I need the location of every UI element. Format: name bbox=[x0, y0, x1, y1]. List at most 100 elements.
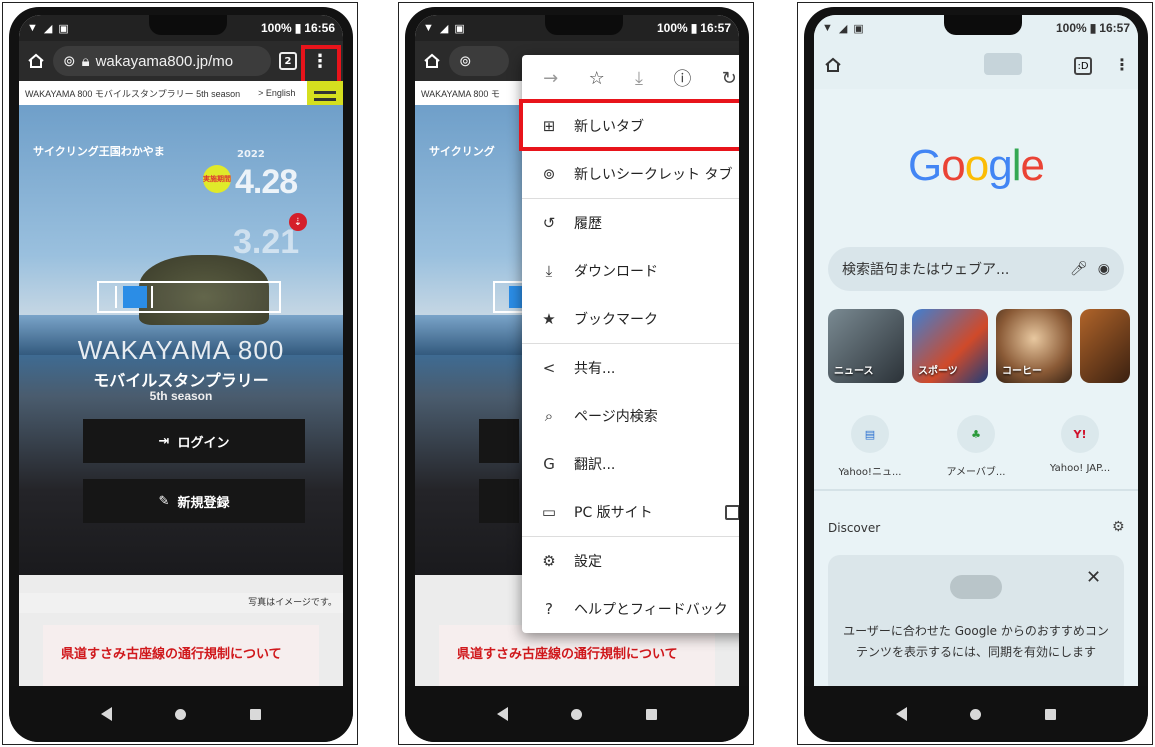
ameba-icon: ♣ bbox=[957, 415, 995, 453]
english-link[interactable]: > English bbox=[258, 88, 295, 98]
screenshot-panel-1: ▼ ◢ ▣ 100% ▮ 16:56 ⊚ 🔒︎ wakayama800.jp/m… bbox=[2, 2, 358, 745]
android-nav-bar bbox=[9, 686, 353, 742]
menu-item-label: 翻訳... bbox=[574, 457, 616, 473]
menu-item-downloads[interactable]: ⤓ ダウンロード bbox=[522, 247, 739, 295]
site-header-text: WAKAYAMA 800 モバイルスタンプラリー 5th season bbox=[25, 88, 241, 99]
login-label: ログイン bbox=[177, 435, 230, 451]
event-subtitle: モバイルスタンプラリー bbox=[93, 373, 269, 390]
menu-item-translate[interactable]: G 翻訳... bbox=[522, 440, 739, 488]
home-button-icon[interactable] bbox=[175, 708, 187, 720]
home-icon[interactable] bbox=[824, 56, 842, 74]
recents-icon[interactable] bbox=[250, 708, 262, 720]
download-icon[interactable]: ⤓ bbox=[635, 68, 643, 89]
tile-coffee[interactable]: コーヒー bbox=[996, 309, 1072, 383]
reload-icon[interactable]: ↻ bbox=[722, 68, 737, 89]
desktop-icon: ▭ bbox=[541, 503, 557, 521]
menu-item-label: 共有... bbox=[574, 361, 616, 377]
notice-banner[interactable]: 県道すさみ古座線の通行規制について bbox=[439, 625, 715, 687]
wifi-icon: ▼ bbox=[27, 22, 38, 34]
translate-icon: G bbox=[543, 455, 555, 473]
account-avatar[interactable] bbox=[984, 53, 1022, 75]
login-button[interactable]: ⇥ ログイン bbox=[83, 419, 305, 463]
incognito-icon: ⊚ bbox=[459, 53, 472, 70]
signal-icon: ◢ bbox=[838, 22, 848, 35]
event-season: 5th season bbox=[149, 389, 213, 403]
notice-banner[interactable]: 県道すさみ古座線の通行規制について bbox=[43, 625, 319, 687]
desktop-site-checkbox[interactable] bbox=[725, 504, 739, 520]
gear-icon[interactable]: ⚙ bbox=[1112, 519, 1125, 535]
battery-level: 100% bbox=[656, 21, 688, 35]
divider bbox=[814, 489, 1138, 491]
more-options-icon[interactable]: ⋮ bbox=[1114, 55, 1130, 74]
tile-news[interactable]: ニュース bbox=[828, 309, 904, 383]
bookmark-star-icon[interactable]: ☆ bbox=[589, 68, 605, 89]
status-icons: ▼ ◢ ▣ bbox=[27, 22, 69, 35]
android-nav-bar bbox=[405, 686, 749, 742]
home-icon[interactable] bbox=[27, 52, 45, 70]
top-stories-tiles: ニュース スポーツ コーヒー bbox=[828, 309, 1138, 383]
login-button[interactable] bbox=[479, 419, 519, 463]
pencil-icon: ✎ bbox=[158, 493, 170, 509]
back-icon[interactable] bbox=[895, 707, 907, 721]
home-button-icon[interactable] bbox=[970, 708, 982, 720]
shortcut-yahoo-news[interactable]: ▤ Yahoo!ニュ... bbox=[830, 415, 910, 478]
date-year: 2022 bbox=[237, 149, 265, 160]
menu-item-history[interactable]: ↺ 履歴 bbox=[522, 199, 739, 247]
signal-icon: ◢ bbox=[439, 22, 449, 35]
menu-item-settings[interactable]: ⚙ 設定 bbox=[522, 537, 739, 585]
highlight-box-new-tab bbox=[519, 99, 739, 151]
recents-icon[interactable] bbox=[1045, 708, 1057, 720]
forward-icon[interactable]: → bbox=[543, 68, 558, 89]
promo-image bbox=[950, 575, 1002, 599]
wifi-icon: ▼ bbox=[423, 22, 434, 34]
url-text: wakayama800.jp/mo bbox=[95, 52, 234, 70]
register-button[interactable]: ✎ 新規登録 bbox=[83, 479, 305, 523]
hero-caption: サイクリング王国わかやま bbox=[33, 145, 165, 158]
shortcut-yahoo-japan[interactable]: Y! Yahoo! JAP... bbox=[1040, 415, 1120, 474]
stamp-progress-bar bbox=[97, 281, 281, 313]
back-icon[interactable] bbox=[496, 707, 508, 721]
gear-icon: ⚙ bbox=[542, 552, 556, 570]
menu-item-label: ダウンロード bbox=[574, 264, 658, 280]
info-icon[interactable]: ⓘ bbox=[673, 65, 691, 91]
address-bar[interactable]: ⊚ bbox=[449, 46, 509, 76]
login-icon: ⇥ bbox=[158, 433, 170, 449]
end-date: 3.21 bbox=[233, 223, 300, 261]
tab-switcher-button[interactable]: 2 bbox=[279, 52, 297, 70]
screenshot-panel-2: ▼ ◢ ▣ 100% ▮ 16:57 ⊚ WAKAYAMA 800 モ サイクリ… bbox=[398, 2, 754, 745]
notification-icon: ▣ bbox=[58, 22, 69, 35]
yahoo-icon: Y! bbox=[1061, 415, 1099, 453]
lock-icon: 🔒︎ bbox=[81, 52, 90, 70]
downloads-icon: ⤓ bbox=[545, 262, 553, 280]
battery-level: 100% bbox=[260, 21, 292, 35]
status-time: 16:57 bbox=[700, 21, 731, 35]
tab-switcher-button[interactable]: :D bbox=[1074, 57, 1092, 75]
register-button[interactable] bbox=[479, 479, 519, 523]
shortcut-ameba[interactable]: ♣ アメーバブ... bbox=[936, 415, 1016, 478]
phone-frame: ▼ ◢ ▣ 100% ▮ 16:56 ⊚ 🔒︎ wakayama800.jp/m… bbox=[9, 7, 353, 742]
tile-food[interactable] bbox=[1080, 309, 1130, 383]
menu-item-label: ページ内検索 bbox=[574, 409, 658, 425]
tile-sports[interactable]: スポーツ bbox=[912, 309, 988, 383]
back-icon[interactable] bbox=[100, 707, 112, 721]
microphone-icon[interactable]: 🎤︎ bbox=[1070, 261, 1088, 277]
lens-camera-icon[interactable]: ◉ bbox=[1098, 261, 1110, 277]
search-input[interactable]: 検索語句またはウェブア... 🎤︎ ◉ bbox=[828, 247, 1124, 291]
home-button-icon[interactable] bbox=[571, 708, 583, 720]
site-header-text: WAKAYAMA 800 モ bbox=[421, 88, 500, 99]
menu-item-bookmarks[interactable]: ★ ブックマーク bbox=[522, 295, 739, 343]
share-icon: < bbox=[542, 359, 556, 377]
menu-item-share[interactable]: < 共有... bbox=[522, 344, 739, 392]
home-icon[interactable] bbox=[423, 52, 441, 70]
recents-icon[interactable] bbox=[646, 708, 658, 720]
address-bar[interactable]: ⊚ 🔒︎ wakayama800.jp/mo bbox=[53, 46, 271, 76]
menu-item-new-incognito-tab[interactable]: ⊚ 新しいシークレット タブ bbox=[522, 150, 739, 198]
notice-title: 県道すさみ古座線の通行規制について bbox=[61, 647, 282, 662]
menu-item-find-in-page[interactable]: ⌕ ページ内検索 bbox=[522, 392, 739, 440]
menu-item-desktop-site[interactable]: ▭ PC 版サイト bbox=[522, 488, 739, 536]
status-time: 16:56 bbox=[304, 21, 335, 35]
menu-item-label: 新しいシークレット タブ bbox=[574, 167, 733, 183]
menu-item-help[interactable]: ? ヘルプとフィードバック bbox=[522, 585, 739, 633]
status-time: 16:57 bbox=[1099, 21, 1130, 35]
close-icon[interactable]: ✕ bbox=[1086, 567, 1101, 588]
